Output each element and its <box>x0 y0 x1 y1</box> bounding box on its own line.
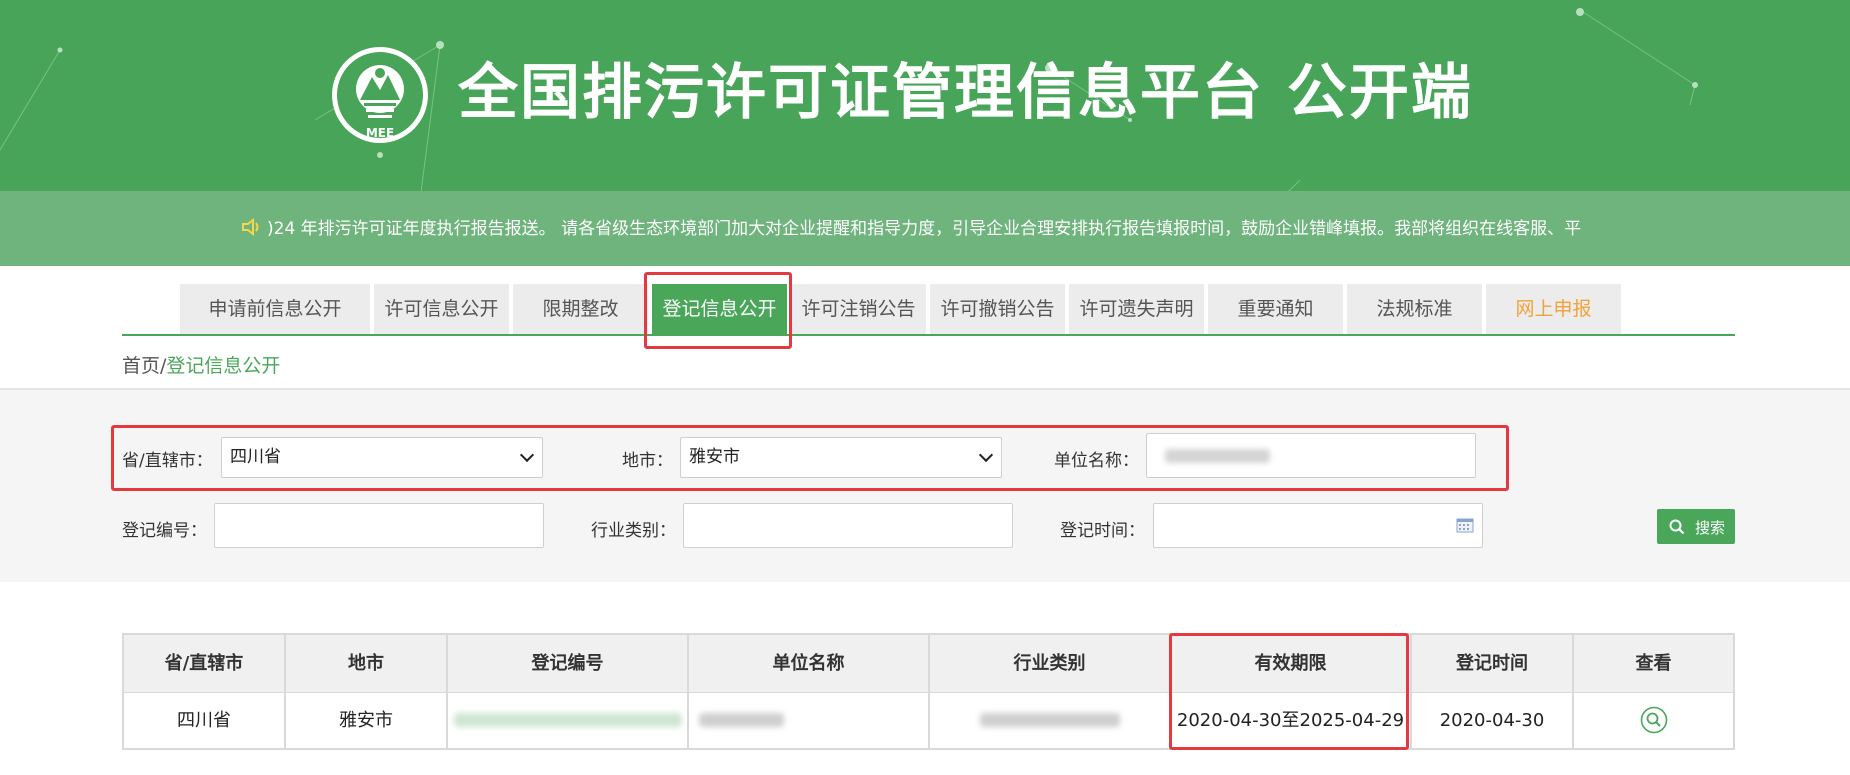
chevron-down-icon <box>978 447 994 463</box>
filter-panel <box>0 388 1850 582</box>
nav-tab-registration-info[interactable]: 登记信息公开 <box>652 284 787 334</box>
nav-tab-rectification[interactable]: 限期整改 <box>513 284 648 334</box>
cell-valid-period: 2020-04-30至2025-04-29 <box>1171 693 1412 748</box>
redacted-reg-no <box>454 713 682 727</box>
city-select-value: 雅安市 <box>689 447 740 467</box>
nav-tab-regulations[interactable]: 法规标准 <box>1347 284 1482 334</box>
industry-input[interactable] <box>683 503 1013 548</box>
nav-tab-permit-info[interactable]: 许可信息公开 <box>374 284 509 334</box>
col-header-unit-name: 单位名称 <box>689 635 930 692</box>
reg-no-input[interactable] <box>214 503 544 548</box>
col-header-view: 查看 <box>1635 653 1672 674</box>
city-select[interactable]: 雅安市 <box>680 437 1002 478</box>
col-header-valid-period: 有效期限 <box>1171 635 1412 692</box>
nav-tab-important-notice[interactable]: 重要通知 <box>1208 284 1343 334</box>
results-table: 省/直辖市 地市 登记编号 单位名称 行业类别 有效期限 登记时间 查看 四川省… <box>122 633 1735 750</box>
col-header-reg-time: 登记时间 <box>1412 635 1574 692</box>
site-title: 全国排污许可证管理信息平台 公开端 <box>458 58 1473 128</box>
site-header: MEE 全国排污许可证管理信息平台 公开端 <box>0 0 1850 191</box>
mee-logo: MEE <box>332 47 428 143</box>
province-select-value: 四川省 <box>230 447 281 467</box>
reg-no-label: 登记编号： <box>122 521 207 541</box>
province-label: 省/直辖市： <box>122 451 213 471</box>
chevron-down-icon <box>519 447 535 463</box>
cell-view <box>1574 693 1733 748</box>
reg-time-input[interactable] <box>1153 503 1483 548</box>
cell-reg-time: 2020-04-30 <box>1412 693 1574 748</box>
industry-label: 行业类别： <box>591 521 676 541</box>
col-header-city: 地市 <box>286 635 448 692</box>
nav-tab-pre-application[interactable]: 申请前信息公开 <box>180 284 370 334</box>
search-button[interactable]: 搜索 <box>1657 509 1735 544</box>
table-row: 四川省 雅安市 2020-04-30至2025-04-29 2020-04-30 <box>124 693 1733 748</box>
cell-reg-no <box>448 693 689 748</box>
view-magnifier-icon[interactable] <box>1640 706 1668 734</box>
notice-text[interactable]: )24 年排污许可证年度执行报告报送。 请各省级生态环境部门加大对企业提醒和指导… <box>267 214 1581 239</box>
svg-text:MEE: MEE <box>366 126 394 140</box>
cell-province: 四川省 <box>124 693 286 748</box>
nav-tab-loss-statement[interactable]: 许可遗失声明 <box>1069 284 1204 334</box>
cell-city: 雅安市 <box>286 693 448 748</box>
breadcrumb-current: 登记信息公开 <box>166 355 281 377</box>
redacted-industry <box>980 713 1120 727</box>
city-label: 地市： <box>622 451 673 471</box>
col-header-province: 省/直辖市 <box>124 635 286 692</box>
breadcrumb: 首页/登记信息公开 <box>122 351 280 378</box>
reg-time-label: 登记时间： <box>1060 521 1145 541</box>
col-header-industry: 行业类别 <box>930 635 1171 692</box>
redacted-unit-name <box>699 713 784 727</box>
main-nav: 申请前信息公开 许可信息公开 限期整改 登记信息公开 许可注销公告 许可撤销公告… <box>122 284 1735 336</box>
speaker-icon <box>242 217 259 237</box>
search-icon <box>1669 519 1685 535</box>
cell-unit-name <box>689 693 930 748</box>
search-button-label: 搜索 <box>1695 519 1726 537</box>
col-header-reg-no: 登记编号 <box>448 635 689 692</box>
cell-industry <box>930 693 1171 748</box>
breadcrumb-home[interactable]: 首页 <box>122 355 160 377</box>
notice-marquee: )24 年排污许可证年度执行报告报送。 请各省级生态环境部门加大对企业提醒和指导… <box>0 191 1850 266</box>
table-header-row: 省/直辖市 地市 登记编号 单位名称 行业类别 有效期限 登记时间 查看 <box>124 635 1733 693</box>
unit-name-label: 单位名称： <box>1054 451 1139 471</box>
nav-tab-online-report[interactable]: 网上申报 <box>1486 284 1621 334</box>
nav-tab-permit-revocation[interactable]: 许可撤销公告 <box>930 284 1065 334</box>
redacted-unit-name <box>1165 449 1270 463</box>
unit-name-input[interactable] <box>1146 433 1476 478</box>
calendar-icon[interactable] <box>1456 517 1474 533</box>
province-select[interactable]: 四川省 <box>221 437 543 478</box>
nav-tab-permit-cancellation[interactable]: 许可注销公告 <box>791 284 926 334</box>
